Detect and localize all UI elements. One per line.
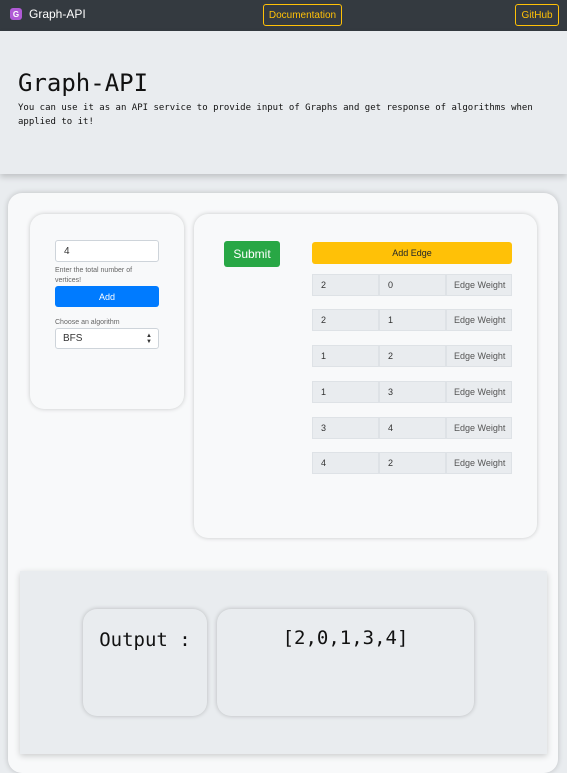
edge-row: 1 3 Edge Weight xyxy=(312,381,512,403)
select-arrows-icon: ▲ ▼ xyxy=(146,333,152,345)
edge-from-input[interactable]: 4 xyxy=(312,452,379,474)
vertices-label: Enter the total number of vertices! xyxy=(55,267,133,284)
edge-to-input[interactable]: 4 xyxy=(379,417,446,439)
output-result-card: [2,0,1,3,4] xyxy=(217,609,474,716)
edge-row: 2 0 Edge Weight xyxy=(312,274,512,296)
vertices-input[interactable]: 4 xyxy=(55,240,159,262)
brand-link[interactable]: G Graph-API xyxy=(10,7,86,21)
edge-to-input[interactable]: 1 xyxy=(379,309,446,331)
brand-name: Graph-API xyxy=(29,7,86,21)
navbar: G Graph-API Documentation GitHub xyxy=(0,0,567,31)
algorithm-value: BFS xyxy=(63,333,83,344)
edge-to-input[interactable]: 2 xyxy=(379,345,446,367)
edge-to-input[interactable]: 0 xyxy=(379,274,446,296)
algorithm-label: Choose an algorithm xyxy=(55,319,120,326)
edge-from-input[interactable]: 3 xyxy=(312,417,379,439)
algorithm-select[interactable]: BFS ▲ ▼ xyxy=(55,328,159,349)
edge-to-input[interactable]: 3 xyxy=(379,381,446,403)
edge-from-input[interactable]: 2 xyxy=(312,309,379,331)
edge-to-input[interactable]: 2 xyxy=(379,452,446,474)
edge-weight-input[interactable]: Edge Weight xyxy=(446,417,512,439)
edge-from-input[interactable]: 1 xyxy=(312,381,379,403)
edge-row: 3 4 Edge Weight xyxy=(312,417,512,439)
edge-from-input[interactable]: 2 xyxy=(312,274,379,296)
hero-section: Graph-API You can use it as an API servi… xyxy=(0,31,567,174)
edge-weight-input[interactable]: Edge Weight xyxy=(446,274,512,296)
add-edge-button[interactable]: Add Edge xyxy=(312,242,512,264)
edge-row: 1 2 Edge Weight xyxy=(312,345,512,367)
page-title: Graph-API xyxy=(18,69,149,97)
edge-weight-input[interactable]: Edge Weight xyxy=(446,309,512,331)
output-result: [2,0,1,3,4] xyxy=(282,627,409,649)
submit-button[interactable]: Submit xyxy=(224,241,280,267)
edge-row: 2 1 Edge Weight xyxy=(312,309,512,331)
add-vertices-button[interactable]: Add xyxy=(55,286,159,307)
graph-logo-icon: G xyxy=(10,8,22,20)
edge-weight-input[interactable]: Edge Weight xyxy=(446,345,512,367)
edge-weight-input[interactable]: Edge Weight xyxy=(446,381,512,403)
edge-row: 4 2 Edge Weight xyxy=(312,452,512,474)
page-description: You can use it as an API service to prov… xyxy=(18,103,533,127)
documentation-button[interactable]: Documentation xyxy=(263,4,342,26)
edge-from-input[interactable]: 1 xyxy=(312,345,379,367)
github-button[interactable]: GitHub xyxy=(515,4,559,26)
output-label-card: Output : xyxy=(83,609,207,716)
output-label: Output : xyxy=(99,629,191,651)
edge-weight-input[interactable]: Edge Weight xyxy=(446,452,512,474)
